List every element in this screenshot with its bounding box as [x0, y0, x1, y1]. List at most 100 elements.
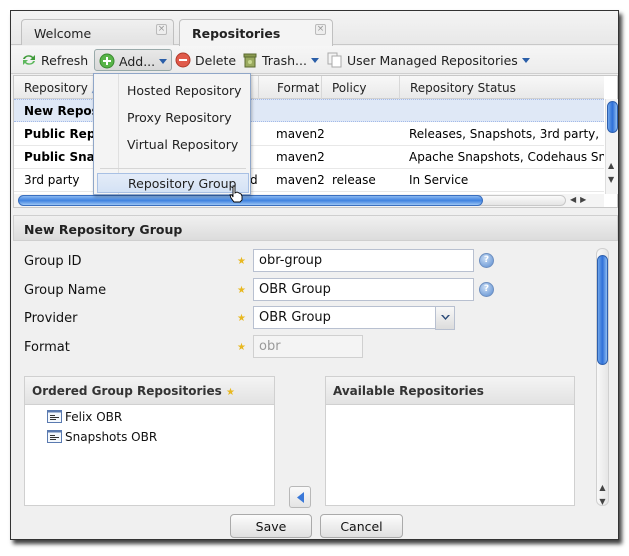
close-tab-icon[interactable]: × [315, 24, 326, 35]
tab-repositories[interactable]: Repositories × [179, 19, 333, 46]
copy-pages-icon [327, 52, 342, 68]
cancel-button[interactable]: Cancel [320, 514, 403, 538]
available-panel-title: Available Repositories [333, 384, 484, 398]
chevron-down-icon [441, 315, 450, 320]
cell-status: Releases, Snapshots, 3rd party, Ma [409, 127, 604, 141]
cancel-label: Cancel [340, 519, 383, 534]
form-title: New Repository Group [24, 222, 183, 237]
close-tab-icon[interactable]: × [156, 24, 167, 35]
cell-format: maven2 [276, 150, 325, 164]
group-id-input[interactable]: obr-group [253, 249, 474, 272]
menu-item-virtual-repository[interactable]: Virtual Repository [127, 137, 238, 152]
save-label: Save [255, 519, 287, 534]
add-label: Add... [119, 54, 156, 69]
provider-value: OBR Group [259, 310, 331, 325]
add-icon [99, 53, 115, 69]
ordered-panel-title: Ordered Group Repositories [32, 384, 222, 398]
add-button[interactable]: Add... [94, 49, 173, 71]
column-header-policy[interactable]: Policy [322, 76, 400, 99]
list-item-label: Snapshots OBR [65, 430, 158, 444]
user-managed-label: User Managed Repositories [347, 53, 518, 68]
cell-repository: Public Repo [24, 127, 104, 141]
scroll-thumb[interactable] [607, 101, 618, 133]
scroll-arrows-icon[interactable]: ▲ ▼ [608, 159, 614, 187]
column-label: Format [277, 81, 320, 95]
column-header-format[interactable]: Format [267, 76, 322, 99]
trash-icon [243, 53, 257, 68]
group-name-input[interactable]: OBR Group [253, 278, 474, 301]
refresh-label: Refresh [41, 53, 89, 68]
dropdown-arrow-icon [310, 58, 319, 63]
available-panel-header: Available Repositories [326, 377, 574, 405]
scroll-thumb[interactable] [18, 195, 483, 206]
form-header: New Repository Group [13, 215, 618, 241]
provider-select[interactable]: OBR Group [253, 306, 436, 329]
delete-icon [175, 52, 191, 68]
group-id-label: Group ID [24, 254, 82, 269]
cell-repository: Public Snap [24, 150, 104, 164]
scroll-arrows-icon[interactable]: ◀▶ [570, 195, 590, 204]
cell-repository: New Reposi [24, 104, 103, 118]
column-label: Repository [24, 81, 88, 95]
list-item-label: Felix OBR [65, 410, 123, 424]
delete-label: Delete [195, 53, 237, 68]
tab-welcome-label: Welcome [34, 26, 92, 41]
group-name-label: Group Name [24, 283, 107, 298]
cell-repository: 3rd party [24, 173, 80, 187]
format-value: obr [259, 339, 281, 354]
vertical-scrollbar[interactable]: ▲ ▼ [605, 99, 618, 194]
trash-label: Trash... [262, 53, 307, 68]
provider-dropdown-trigger[interactable] [435, 306, 455, 330]
cell-policy: release [332, 173, 376, 187]
required-star-icon: ★ [225, 387, 235, 398]
save-button[interactable]: Save [230, 514, 312, 538]
tab-bar: Welcome × Repositories × [11, 11, 618, 46]
list-item[interactable]: Snapshots OBR [47, 430, 157, 444]
group-id-value: obr-group [259, 253, 323, 268]
cell-format: maven2 [276, 127, 325, 141]
format-label: Format [24, 340, 70, 355]
available-repositories-panel: Available Repositories [325, 376, 575, 506]
menu-item-repository-group[interactable]: Repository Group [97, 173, 249, 193]
provider-label: Provider [24, 311, 78, 326]
help-icon[interactable]: ? [479, 282, 494, 297]
repository-icon [47, 430, 62, 443]
required-star-icon: ★ [237, 285, 246, 296]
help-icon[interactable]: ? [479, 253, 494, 268]
tab-welcome[interactable]: Welcome × [21, 19, 174, 45]
delete-button[interactable]: Delete [171, 49, 240, 71]
repository-icon [47, 410, 62, 423]
scroll-arrows-icon[interactable]: ▲ ▼ [596, 481, 609, 509]
required-star-icon: ★ [237, 313, 246, 324]
column-label: Policy [332, 81, 367, 95]
refresh-icon [23, 55, 35, 65]
dropdown-arrow-icon [521, 58, 530, 63]
refresh-button[interactable]: Refresh [17, 49, 92, 71]
cell-format: maven2 [276, 173, 325, 187]
hand-cursor-icon [229, 185, 243, 203]
column-label: Repository Status [410, 81, 516, 95]
add-dropdown-menu: Hosted Repository Proxy Repository Virtu… [93, 73, 251, 195]
cell-status: In Service [409, 173, 469, 187]
cell-fragment: d [250, 173, 258, 187]
list-item[interactable]: Felix OBR [47, 410, 122, 424]
scroll-thumb[interactable] [597, 255, 608, 365]
required-star-icon: ★ [237, 342, 246, 353]
user-managed-repositories-button[interactable]: User Managed Repositories [323, 49, 534, 71]
move-left-button[interactable] [289, 486, 311, 508]
form-vertical-scrollbar[interactable] [596, 248, 609, 506]
column-header-status[interactable]: Repository Status [400, 76, 604, 99]
menu-separator [100, 168, 246, 169]
format-input: obr [253, 335, 363, 358]
nexus-window: Welcome × Repositories × Refresh Add... … [10, 10, 619, 540]
tab-repositories-label: Repositories [192, 26, 281, 41]
horizontal-scrollbar[interactable]: ◀▶ [14, 194, 604, 207]
arrow-left-icon [297, 492, 304, 503]
group-name-value: OBR Group [259, 282, 331, 297]
menu-item-hosted-repository[interactable]: Hosted Repository [127, 83, 242, 98]
trash-button[interactable]: Trash... [238, 49, 323, 71]
menu-item-proxy-repository[interactable]: Proxy Repository [127, 110, 232, 125]
toolbar: Refresh Add... Delete Trash... User Mana… [11, 46, 618, 74]
dropdown-arrow-icon [159, 59, 168, 64]
ordered-panel-header: Ordered Group Repositories ★ [25, 377, 274, 405]
